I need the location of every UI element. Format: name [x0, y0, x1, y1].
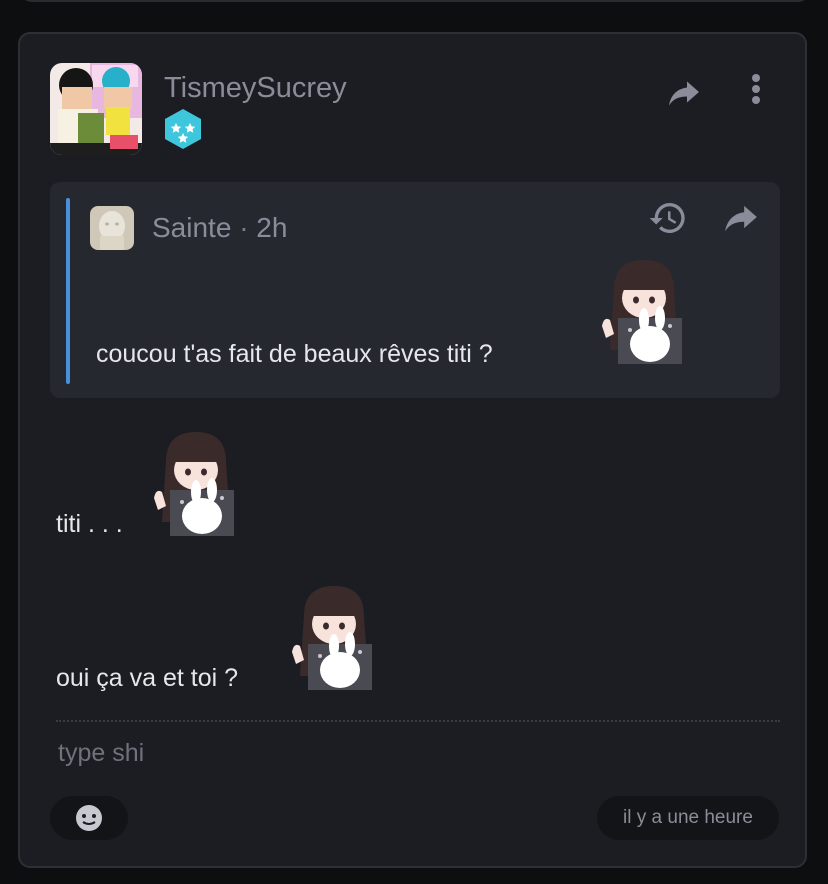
quote-text: coucou t'as fait de beaux rêves titi ? [96, 340, 493, 368]
share-icon[interactable] [666, 74, 702, 110]
hexagon-stars-badge-icon [163, 107, 203, 151]
quote-accent-bar [66, 198, 70, 384]
quote-author-line: Sainte · 2h [152, 212, 287, 244]
reply-input[interactable] [56, 734, 760, 772]
post-card: TismeySucrey Sainte · 2h coucou t'as fai… [18, 32, 807, 868]
author-avatar[interactable] [50, 63, 142, 155]
waving-girl-sticker [152, 432, 238, 536]
history-icon[interactable] [648, 198, 688, 238]
waving-girl-sticker [290, 586, 376, 690]
quoted-message[interactable]: Sainte · 2h coucou t'as fait de beaux rê… [50, 182, 780, 398]
emoji-face-icon [76, 805, 102, 831]
quote-author-name[interactable]: Sainte [152, 212, 231, 243]
message-text: titi . . . [56, 510, 123, 538]
message-text: oui ça va et toi ? [56, 664, 239, 692]
author-name[interactable]: TismeySucrey [164, 72, 347, 105]
more-vertical-icon[interactable] [742, 72, 770, 108]
previous-card-edge [20, 0, 810, 2]
waving-girl-sticker [600, 260, 686, 364]
quote-separator: · [239, 212, 249, 243]
emoji-button[interactable] [50, 796, 128, 840]
quote-timestamp: 2h [256, 212, 288, 243]
quote-author-avatar[interactable] [90, 206, 134, 250]
composer-divider [56, 720, 780, 722]
share-icon[interactable] [722, 198, 762, 238]
post-timestamp: il y a une heure [597, 796, 779, 840]
